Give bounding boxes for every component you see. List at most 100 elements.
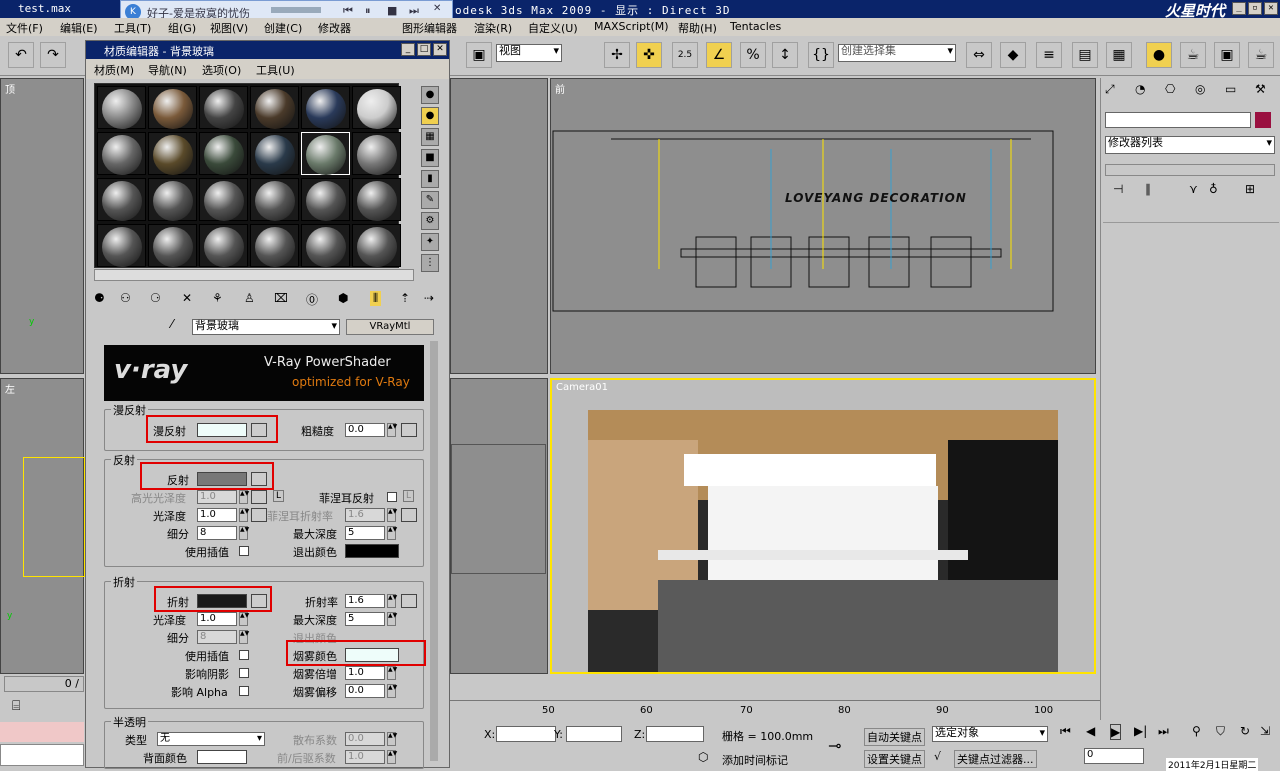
fog-bias-spinner[interactable]: ▲▼ [387, 684, 397, 698]
undo-icon[interactable]: ↶ [8, 42, 34, 68]
menu-edit[interactable]: 编辑(E) [60, 20, 98, 36]
motion-tab-icon[interactable]: ◎ [1195, 82, 1205, 96]
play-icon[interactable]: ▶ [1110, 724, 1122, 740]
ior-spinner[interactable]: ▲▼ [387, 594, 397, 608]
time-tag-icon[interactable]: ⬡ [698, 750, 708, 764]
menu-maxscript[interactable]: MAXScript(M) [594, 20, 669, 33]
material-slot[interactable] [199, 132, 248, 175]
material-slot[interactable] [199, 86, 248, 129]
prev-frame-icon[interactable]: ◀ [1086, 724, 1095, 738]
hilight-gloss-field[interactable]: 1.0 [197, 490, 237, 504]
named-selection-set[interactable]: 创建选择集 ▾ [838, 44, 956, 62]
modifier-list-select[interactable]: 修改器列表 ▾ [1105, 136, 1275, 154]
menu-group[interactable]: 组(G) [168, 20, 196, 36]
pivot-icon[interactable]: ✢ [604, 42, 630, 68]
material-slot[interactable] [250, 224, 299, 267]
maxscript-mini-listener[interactable] [0, 722, 84, 742]
material-slot[interactable] [250, 86, 299, 129]
material-slot[interactable] [148, 224, 197, 267]
refract-gloss-field[interactable]: 1.0 [197, 612, 237, 626]
medit-menu-material[interactable]: 材质(M) [94, 62, 134, 78]
select-by-material-icon[interactable]: ✦ [421, 233, 439, 251]
next-frame-icon[interactable]: ▶| [1134, 724, 1147, 738]
scatter-field[interactable]: 0.0 [345, 732, 385, 746]
close-button[interactable]: ✕ [1264, 2, 1278, 15]
viewport-top-extra[interactable] [450, 78, 548, 374]
time-slider[interactable]: 0 / [4, 676, 84, 692]
material-slot[interactable] [301, 224, 350, 267]
medit-menu-navigate[interactable]: 导航(N) [148, 62, 187, 78]
next-icon[interactable]: ⏭ [409, 4, 419, 18]
hilight-map-button[interactable] [251, 490, 267, 504]
fresnel-ior-field[interactable]: 1.6 [345, 508, 385, 522]
medit-minimize-button[interactable]: _ [401, 43, 415, 56]
display-tab-icon[interactable]: ▭ [1225, 82, 1236, 96]
go-start-icon[interactable]: ⏮ [1060, 724, 1071, 739]
translucent-type-select[interactable]: 无 ▾ [157, 732, 265, 746]
menu-graph-editors[interactable]: 图形编辑器 [402, 20, 457, 36]
fog-mult-field[interactable]: 1.0 [345, 666, 385, 680]
fb-coef-spinner[interactable]: ▲▼ [387, 750, 397, 764]
fog-mult-spinner[interactable]: ▲▼ [387, 666, 397, 680]
material-slot[interactable] [148, 86, 197, 129]
viewport-left-extra[interactable] [450, 378, 548, 674]
sample-type-icon[interactable]: ● [421, 86, 439, 104]
reflect-maxdepth-spinner[interactable]: ▲▼ [387, 526, 397, 540]
modifier-stack[interactable] [1105, 164, 1275, 176]
menu-modifiers[interactable]: 修改器 [318, 20, 351, 36]
fresnel-ior-map[interactable] [401, 508, 417, 522]
medit-close-button[interactable]: ✕ [433, 43, 447, 56]
material-navigator-icon[interactable]: ⋮ [421, 254, 439, 272]
key-filter-icon[interactable]: √ [934, 750, 941, 763]
material-slot[interactable] [97, 178, 146, 221]
menu-help[interactable]: 帮助(H) [678, 20, 717, 36]
pause-icon[interactable]: ⏸ [365, 4, 371, 18]
roughness-field[interactable]: 0.0 [345, 423, 385, 437]
fog-bias-field[interactable]: 0.0 [345, 684, 385, 698]
spinner-snap-icon[interactable]: ↕ [772, 42, 798, 68]
refract-maxdepth-spinner[interactable]: ▲▼ [387, 612, 397, 626]
refract-gloss-spinner[interactable]: ▲▼ [239, 612, 249, 626]
current-frame-field[interactable]: 0 [1084, 748, 1144, 764]
viewport-front[interactable]: 前 LOVEYANG DECORATION [550, 78, 1096, 374]
material-name-field[interactable]: 背景玻璃 ▾ [192, 319, 340, 335]
schematic-icon[interactable]: ▦ [1106, 42, 1132, 68]
medit-menu-options[interactable]: 选项(O) [202, 62, 241, 78]
show-map-icon[interactable]: ⬢ [338, 291, 348, 305]
fresnel-ior-spinner[interactable]: ▲▼ [387, 508, 397, 522]
background-icon[interactable]: ▦ [421, 128, 439, 146]
hierarchy-tab-icon[interactable]: ⎔ [1165, 82, 1175, 96]
menu-render[interactable]: 渲染(R) [474, 20, 512, 36]
select-object-icon[interactable]: ▣ [466, 42, 492, 68]
material-type-button[interactable]: VRayMtl [346, 319, 434, 335]
viewport-left[interactable]: 左 y [0, 378, 85, 674]
zoom-all-icon[interactable]: ⛉ [1216, 724, 1225, 739]
assign-material-icon[interactable]: ⚆ [150, 291, 161, 305]
fb-coef-field[interactable]: 1.0 [345, 750, 385, 764]
video-color-icon[interactable]: ▮ [421, 170, 439, 188]
back-color-swatch[interactable] [197, 750, 247, 764]
hilight-spinner[interactable]: ▲▼ [239, 490, 249, 504]
material-slot[interactable] [250, 132, 299, 175]
viewport-top[interactable]: 顶 y [0, 78, 84, 374]
reflect-subdiv-field[interactable]: 8 [197, 526, 237, 540]
material-slot[interactable] [301, 86, 350, 129]
orbit-icon[interactable]: ↻ [1240, 724, 1250, 738]
make-preview-icon[interactable]: ✎ [421, 191, 439, 209]
get-material-icon[interactable]: ⚈ [94, 291, 105, 305]
menu-tools[interactable]: 工具(T) [114, 20, 151, 36]
rendered-frame-icon[interactable]: ▣ [1214, 42, 1240, 68]
material-slot[interactable] [250, 178, 299, 221]
configure-sets-icon[interactable]: ⊞ [1245, 182, 1255, 196]
material-effects-icon[interactable]: ⓪ [306, 291, 318, 308]
material-slot[interactable] [97, 86, 146, 129]
show-end-icon[interactable]: ∥ [1145, 182, 1151, 196]
ior-field[interactable]: 1.6 [345, 594, 385, 608]
go-end-icon[interactable]: ⏭ [1158, 724, 1169, 739]
remove-modifier-icon[interactable]: ♁ [1209, 182, 1218, 196]
set-key-button[interactable]: 设置关键点 [864, 750, 925, 768]
material-slot[interactable] [301, 132, 350, 175]
material-slot[interactable] [352, 178, 401, 221]
select-move-icon[interactable]: ✜ [636, 42, 662, 68]
pin-stack-icon[interactable]: ⊣ [1113, 182, 1123, 196]
